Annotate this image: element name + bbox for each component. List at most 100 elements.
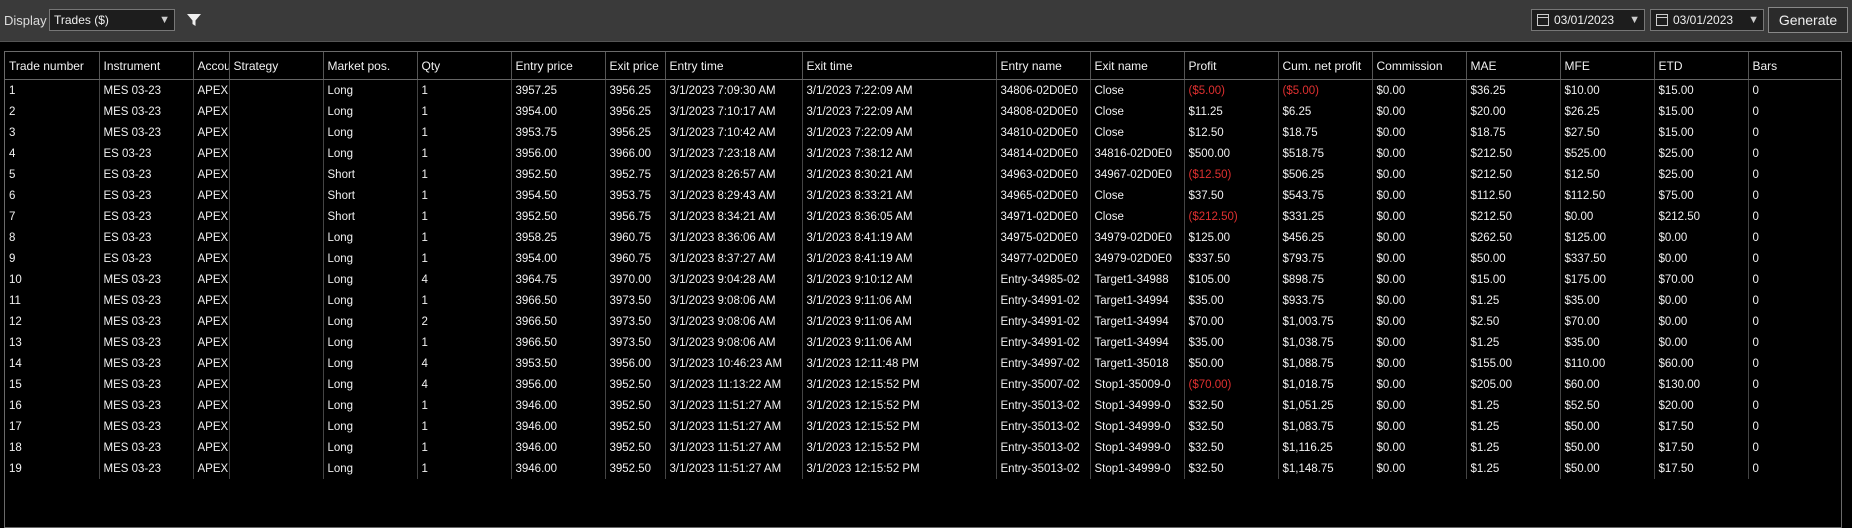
table-cell: 34806-02D0E0: [996, 79, 1091, 101]
table-cell: MES 03-23: [99, 458, 194, 479]
table-cell: $130.00: [1654, 374, 1749, 395]
table-row[interactable]: 13 MES 03-23 APEX Long 1 3966.50 3973.50 3/1/20…: [5, 332, 1841, 353]
table-cell: $32.50: [1184, 437, 1279, 458]
table-cell: 3/1/2023 12:15:52 PM: [802, 416, 997, 437]
table-cell: APEX: [193, 437, 230, 458]
table-cell: $0.00: [1654, 311, 1749, 332]
column-header[interactable]: Qty: [417, 52, 512, 80]
table-cell: 3/1/2023 7:10:42 AM: [665, 122, 803, 143]
table-cell: $0.00: [1372, 164, 1467, 185]
column-header[interactable]: Market pos.: [323, 52, 418, 80]
column-header[interactable]: Bars: [1748, 52, 1841, 80]
generate-button[interactable]: Generate: [1768, 7, 1848, 33]
table-cell: $0.00: [1654, 248, 1749, 269]
table-row[interactable]: 3 MES 03-23 APEX Long 1 3953.75 3956.25 3/1/202…: [5, 122, 1841, 143]
table-row[interactable]: 9 ES 03-23 APEX Long 1 3954.00 3960.75 3/1/2023…: [5, 248, 1841, 269]
table-cell: 3953.75: [605, 185, 666, 206]
column-header[interactable]: Entry name: [996, 52, 1091, 80]
chevron-down-icon: ▼: [1748, 14, 1759, 26]
table-cell: $0.00: [1372, 290, 1467, 311]
table-cell: APEX: [193, 143, 230, 164]
table-cell: Entry-35013-02: [996, 416, 1091, 437]
end-date-picker[interactable]: 03/01/2023 ▼: [1650, 9, 1764, 31]
table-cell: [229, 353, 324, 374]
table-cell: 0: [1748, 311, 1841, 332]
table-cell: 3958.25: [511, 227, 606, 248]
table-row[interactable]: 5 ES 03-23 APEX Short 1 3952.50 3952.75 3/1/202…: [5, 164, 1841, 185]
calendar-icon: [1656, 14, 1668, 26]
table-row[interactable]: 6 ES 03-23 APEX Short 1 3954.50 3953.75 3/1/202…: [5, 185, 1841, 206]
table-cell: 3/1/2023 7:22:09 AM: [802, 79, 997, 101]
table-cell: $70.00: [1560, 311, 1655, 332]
table-row[interactable]: 15 MES 03-23 APEX Long 4 3956.00 3952.50 3/1/20…: [5, 374, 1841, 395]
table-cell: Stop1-34999-0: [1090, 458, 1185, 479]
column-header[interactable]: Exit name: [1090, 52, 1185, 80]
table-cell: $1.25: [1466, 416, 1561, 437]
column-header[interactable]: Exit time: [802, 52, 997, 80]
table-cell: [229, 374, 324, 395]
table-cell: MES 03-23: [99, 122, 194, 143]
table-cell: 34963-02D0E0: [996, 164, 1091, 185]
column-header[interactable]: Cum. net profit: [1278, 52, 1373, 80]
column-header[interactable]: Strategy: [229, 52, 324, 80]
table-cell: $500.00: [1184, 143, 1279, 164]
display-select-value: Trades ($): [54, 13, 109, 27]
column-header[interactable]: Exit price: [605, 52, 666, 80]
table-cell: Short: [323, 164, 418, 185]
table-row[interactable]: 16 MES 03-23 APEX Long 1 3946.00 3952.50 3/1/20…: [5, 395, 1841, 416]
column-header[interactable]: Entry time: [665, 52, 803, 80]
column-header[interactable]: Profit: [1184, 52, 1279, 80]
table-cell: $50.00: [1184, 353, 1279, 374]
filter-icon[interactable]: [186, 12, 202, 28]
table-cell: $1.25: [1466, 437, 1561, 458]
table-cell: [229, 185, 324, 206]
table-cell: 3957.25: [511, 79, 606, 101]
column-header[interactable]: ETD: [1654, 52, 1749, 80]
table-row[interactable]: 11 MES 03-23 APEX Long 1 3966.50 3973.50 3/1/20…: [5, 290, 1841, 311]
table-row[interactable]: 10 MES 03-23 APEX Long 4 3964.75 3970.00 3/1/20…: [5, 269, 1841, 290]
table-row[interactable]: 14 MES 03-23 APEX Long 4 3953.50 3956.00 3/1/20…: [5, 353, 1841, 374]
table-cell: $25.00: [1654, 164, 1749, 185]
table-cell: $212.50: [1466, 206, 1561, 227]
table-cell: APEX: [193, 79, 230, 101]
column-header[interactable]: Instrument: [99, 52, 194, 80]
table-cell: 0: [1748, 122, 1841, 143]
column-header[interactable]: MAE: [1466, 52, 1561, 80]
column-header[interactable]: MFE: [1560, 52, 1655, 80]
table-cell: 34977-02D0E0: [996, 248, 1091, 269]
start-date-picker[interactable]: 03/01/2023 ▼: [1531, 9, 1645, 31]
start-date-value: 03/01/2023: [1554, 13, 1615, 27]
table-cell: Target1-34994: [1090, 311, 1185, 332]
table-cell: 3/1/2023 11:51:27 AM: [665, 437, 803, 458]
table-cell: 10: [5, 269, 100, 290]
table-cell: 3946.00: [511, 437, 606, 458]
trades-grid: Trade numberInstrumentAccountStrategyMar…: [4, 51, 1842, 528]
table-cell: 9: [5, 248, 100, 269]
table-row[interactable]: 7 ES 03-23 APEX Short 1 3952.50 3956.75 3/1/202…: [5, 206, 1841, 227]
table-cell: $0.00: [1372, 79, 1467, 101]
table-cell: $0.00: [1654, 332, 1749, 353]
table-cell: Long: [323, 79, 418, 101]
table-cell: 3964.75: [511, 269, 606, 290]
table-cell: Long: [323, 122, 418, 143]
table-cell: 3/1/2023 8:41:19 AM: [802, 248, 997, 269]
table-cell: 3956.75: [605, 206, 666, 227]
table-row[interactable]: 1 MES 03-23 APEX Long 1 3957.25 3956.25 3/1/202…: [5, 79, 1841, 101]
column-header[interactable]: Commission: [1372, 52, 1467, 80]
table-cell: $37.50: [1184, 185, 1279, 206]
trades-table: Trade numberInstrumentAccountStrategyMar…: [5, 52, 1841, 479]
column-header[interactable]: Trade number: [5, 52, 100, 80]
table-row[interactable]: 19 MES 03-23 APEX Long 1 3946.00 3952.50 3/1/20…: [5, 458, 1841, 479]
table-cell: 0: [1748, 437, 1841, 458]
display-select[interactable]: Trades ($) ▼: [49, 9, 175, 31]
table-row[interactable]: 2 MES 03-23 APEX Long 1 3954.00 3956.25 3/1/202…: [5, 101, 1841, 122]
column-header[interactable]: Account: [193, 52, 230, 80]
table-row[interactable]: 8 ES 03-23 APEX Long 1 3958.25 3960.75 3/1/2023…: [5, 227, 1841, 248]
table-row[interactable]: 4 ES 03-23 APEX Long 1 3956.00 3966.00 3/1/2023…: [5, 143, 1841, 164]
table-cell: Entry-34991-02: [996, 290, 1091, 311]
table-row[interactable]: 17 MES 03-23 APEX Long 1 3946.00 3952.50 3/1/20…: [5, 416, 1841, 437]
table-cell: 3952.50: [511, 206, 606, 227]
column-header[interactable]: Entry price: [511, 52, 606, 80]
table-row[interactable]: 12 MES 03-23 APEX Long 2 3966.50 3973.50 3/1/20…: [5, 311, 1841, 332]
table-row[interactable]: 18 MES 03-23 APEX Long 1 3946.00 3952.50 3/1/20…: [5, 437, 1841, 458]
